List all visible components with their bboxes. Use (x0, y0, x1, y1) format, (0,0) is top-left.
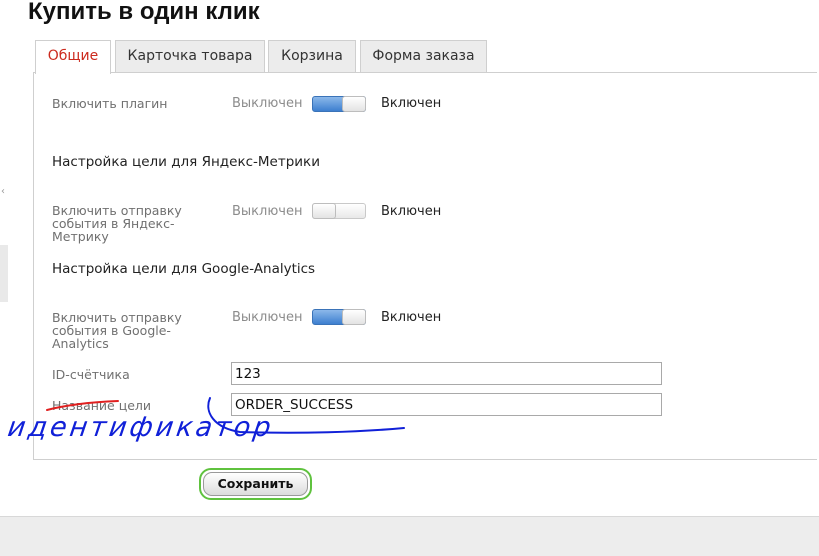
plugin-toggle-label: Включить плагин (52, 96, 168, 111)
counter-id-input[interactable] (231, 362, 662, 385)
ga-section-title: Настройка цели для Google-Analytics (52, 261, 316, 277)
plugin-off-label[interactable]: Выключен (232, 96, 302, 111)
yandex-toggle-knob[interactable] (312, 203, 336, 219)
yandex-toggle[interactable] (312, 203, 366, 219)
tab-cart[interactable]: Корзина (268, 40, 356, 72)
plugin-on-label[interactable]: Включен (381, 96, 441, 111)
save-button[interactable]: Сохранить (199, 468, 312, 500)
ga-toggle-label: Включить отправку события в Google-Analy… (52, 310, 182, 351)
ga-off-label[interactable]: Выключен (232, 310, 302, 325)
page-title: Купить в один клик (28, 0, 260, 25)
yandex-on-label[interactable]: Включен (381, 204, 441, 219)
yandex-toggle-label: Включить отправку события в Яндекс-Метри… (52, 203, 182, 244)
handwritten-annotation-text: идентификатор (5, 412, 276, 443)
yandex-off-label[interactable]: Выключен (232, 204, 302, 219)
page-footer-area (0, 516, 819, 556)
tab-order-form[interactable]: Форма заказа (360, 40, 487, 72)
tab-general[interactable]: Общие (35, 40, 111, 74)
goal-name-input[interactable] (231, 393, 662, 416)
yandex-section-title: Настройка цели для Яндекс-Метрики (52, 154, 320, 170)
counter-id-label: ID-счётчика (52, 367, 130, 382)
ga-on-label[interactable]: Включен (381, 310, 441, 325)
plugin-toggle-knob[interactable] (342, 96, 366, 112)
plugin-toggle[interactable] (312, 96, 366, 112)
save-button-label[interactable]: Сохранить (203, 472, 308, 496)
ga-toggle[interactable] (312, 309, 366, 325)
goal-name-label: Название цели (52, 398, 152, 413)
tab-product-card[interactable]: Карточка товара (115, 40, 265, 72)
sidebar-edge (0, 245, 8, 302)
ga-toggle-knob[interactable] (342, 309, 366, 325)
sidebar-edge-marker: ‹ (1, 186, 5, 197)
